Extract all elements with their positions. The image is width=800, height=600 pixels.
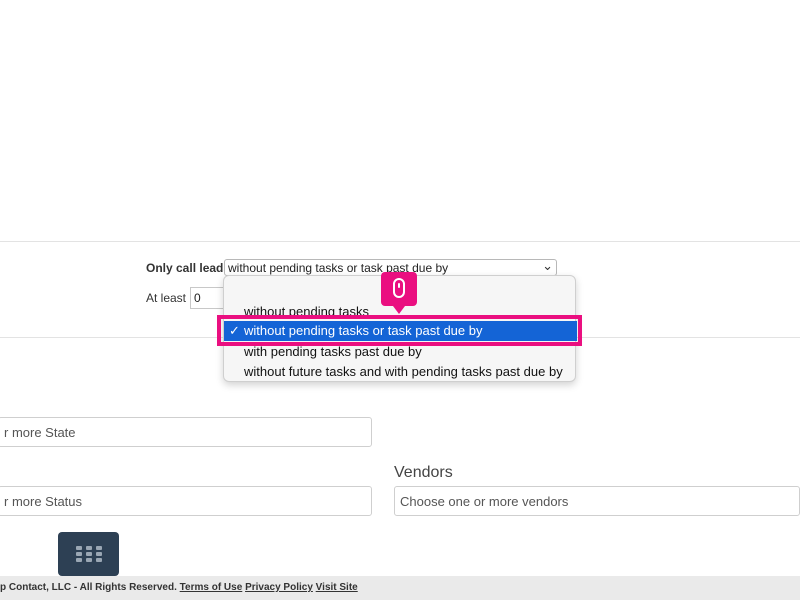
option-without-pending-or-past-due[interactable]: ✓ without pending tasks or task past due… <box>224 321 577 341</box>
terms-link[interactable]: Terms of Use <box>180 582 243 593</box>
status-placeholder: r more Status <box>4 494 83 509</box>
mouse-icon <box>393 278 405 298</box>
cursor-badge <box>381 272 417 314</box>
privacy-link[interactable]: Privacy Policy <box>245 582 313 593</box>
only-call-leads-label: Only call leads <box>146 261 231 275</box>
option-without-future-with-past-due[interactable]: without future tasks and with pending ta… <box>224 362 577 382</box>
grid-icon <box>76 546 102 562</box>
chevron-down-icon: ⌄ <box>542 259 553 273</box>
footer-copyright: p Contact, LLC - All Rights Reserved. <box>0 582 177 593</box>
vendors-label: Vendors <box>394 464 453 481</box>
app-grid-button[interactable] <box>58 532 119 576</box>
visit-site-link[interactable]: Visit Site <box>316 582 358 593</box>
divider-top <box>0 241 800 242</box>
at-least-label: At least <box>146 291 187 305</box>
vendors-placeholder: Choose one or more vendors <box>400 494 569 509</box>
checkmark-icon: ✓ <box>229 323 240 338</box>
option-with-pending-past-due[interactable]: with pending tasks past due by <box>224 342 577 362</box>
vendors-select[interactable]: Choose one or more vendors <box>394 486 800 516</box>
status-select[interactable]: r more Status <box>0 486 372 516</box>
state-select[interactable]: r more State <box>0 417 372 447</box>
footer: p Contact, LLC - All Rights Reserved. Te… <box>0 576 800 600</box>
state-placeholder: r more State <box>4 425 76 440</box>
